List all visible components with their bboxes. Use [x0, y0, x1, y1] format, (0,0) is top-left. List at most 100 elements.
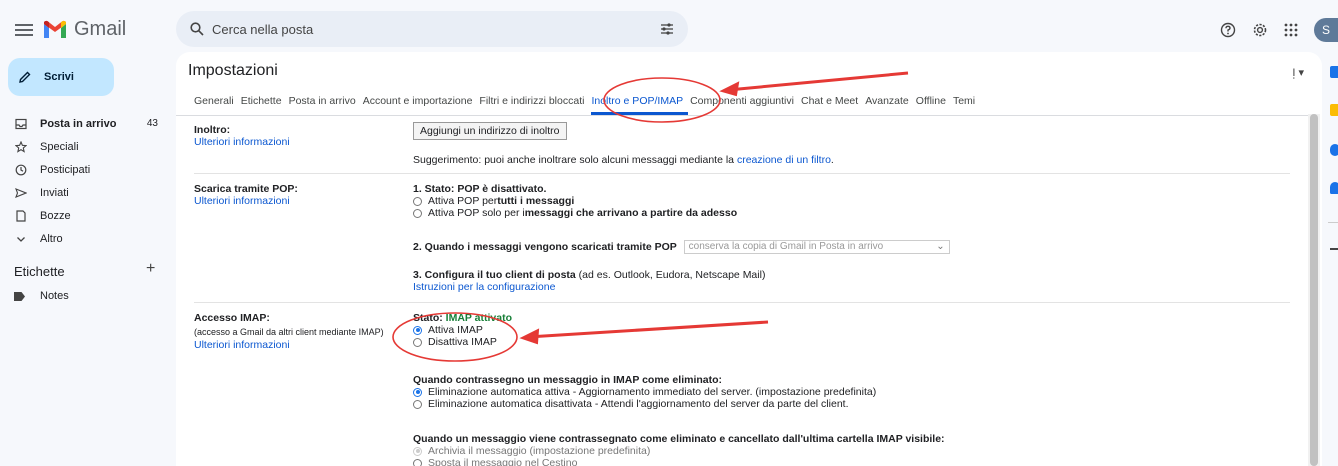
compose-button[interactable]: Scrivi	[8, 58, 114, 96]
gmail-m-icon	[44, 20, 66, 38]
tab-inbox[interactable]: Posta in arrivo	[289, 95, 361, 115]
scrollbar-thumb[interactable]	[1310, 114, 1318, 466]
sidebar-item-inbox[interactable]: Posta in arrivo 43	[0, 112, 170, 135]
archive-message-option[interactable]: Archivia il messaggio (impostazione pred…	[413, 445, 945, 457]
sidebar-item-label: Inviati	[40, 186, 69, 199]
tasks-icon[interactable]	[1330, 144, 1338, 156]
help-icon[interactable]	[1220, 22, 1236, 38]
pop-enable-all-text: Attiva POP per	[428, 195, 498, 207]
gear-icon[interactable]	[1252, 22, 1268, 38]
imap-status: Stato: IMAP attivato	[413, 312, 512, 324]
move-to-trash-text: Sposta il messaggio nel Cestino	[428, 457, 578, 466]
top-right-actions: S	[1220, 18, 1338, 42]
pop-enable-new-bold: messaggi che arrivano a partire da adess…	[524, 207, 738, 219]
auto-expunge-on-radio[interactable]	[413, 387, 422, 397]
imap-content: Stato: IMAP attivato Attiva IMAP Disatti…	[413, 312, 512, 348]
sidebar-item-sent[interactable]: Inviati	[0, 181, 170, 204]
imap-learn-more-link[interactable]: Ulteriori informazioni	[194, 339, 384, 351]
imap-disable-radio[interactable]	[413, 337, 422, 347]
auto-expunge-off-text: Eliminazione automatica disattivata - At…	[428, 398, 849, 410]
tab-labels[interactable]: Etichette	[241, 95, 287, 115]
tab-general[interactable]: Generali	[194, 95, 239, 115]
tab-forwarding-pop-imap[interactable]: Inoltro e POP/IMAP	[591, 95, 689, 115]
pop-enable-all-radio[interactable]	[413, 196, 422, 206]
sidebar-item-starred[interactable]: Speciali	[0, 135, 170, 158]
input-tools-icon: I̩	[1292, 67, 1296, 79]
forwarding-tip-suffix: .	[830, 154, 834, 166]
sidebar-item-drafts[interactable]: Bozze	[0, 204, 170, 227]
tab-chat-meet[interactable]: Chat e Meet	[801, 95, 863, 115]
side-panel	[1322, 52, 1338, 466]
star-icon	[14, 140, 28, 154]
move-to-trash-option[interactable]: Sposta il messaggio nel Cestino	[413, 457, 945, 466]
sidebar-item-more[interactable]: Altro	[0, 227, 170, 250]
auto-expunge-on-text: Eliminazione automatica attiva - Aggiorn…	[428, 386, 877, 398]
pop-section-label: Scarica tramite POP: Ulteriori informazi…	[194, 183, 298, 207]
sidebar-label-notes[interactable]: Notes	[14, 290, 69, 302]
tab-accounts[interactable]: Account e importazione	[363, 95, 478, 115]
imap-enable-radio[interactable]	[413, 325, 422, 335]
search-options-icon[interactable]	[660, 22, 674, 36]
sidebar-item-snoozed[interactable]: Posticipati	[0, 158, 170, 181]
chevron-down-icon: ⌄	[936, 241, 945, 252]
pop-enable-all-option[interactable]: Attiva POP per tutti i messaggi	[413, 195, 737, 207]
tab-addons[interactable]: Componenti aggiuntivi	[690, 95, 799, 115]
imap-expunge-title: Quando un messaggio viene contrassegnato…	[413, 433, 945, 445]
pop-configure-label: 3. Configura il tuo client di posta	[413, 269, 576, 281]
create-filter-link[interactable]: creazione di un filtro	[737, 154, 831, 166]
configuration-instructions-link[interactable]: Istruzioni per la configurazione	[413, 281, 765, 293]
input-tools-toggle[interactable]: I̩ ▾	[1292, 66, 1304, 79]
imap-enable-option[interactable]: Attiva IMAP	[413, 324, 512, 336]
menu-icon[interactable]	[12, 18, 36, 42]
pop-enable-new-text: Attiva POP solo per i	[428, 207, 525, 219]
auto-expunge-off-radio[interactable]	[413, 399, 422, 409]
archive-message-radio[interactable]	[413, 446, 422, 456]
tab-offline[interactable]: Offline	[916, 95, 951, 115]
pop-label: Scarica tramite POP:	[194, 183, 298, 195]
sidebar-nav: Posta in arrivo 43 Speciali Posticipati …	[0, 112, 170, 250]
tab-advanced[interactable]: Avanzate	[865, 95, 914, 115]
page-title: Impostazioni	[188, 62, 278, 79]
imap-disable-option[interactable]: Disattiva IMAP	[413, 336, 512, 348]
scrollbar[interactable]	[1308, 114, 1320, 466]
keep-icon[interactable]	[1330, 104, 1338, 116]
send-icon	[14, 186, 28, 200]
imap-label: Accesso IMAP:	[194, 312, 270, 324]
pop-enable-new-radio[interactable]	[413, 208, 422, 218]
pop-when-downloaded-label: 2. Quando i messaggi vengono scaricati t…	[413, 240, 677, 253]
contacts-icon[interactable]	[1330, 182, 1338, 194]
forwarding-learn-more-link[interactable]: Ulteriori informazioni	[194, 136, 290, 148]
add-forwarding-address-button[interactable]: Aggiungi un indirizzo di inoltro	[413, 122, 567, 140]
add-label-icon[interactable]: +	[146, 260, 155, 278]
add-addon-icon[interactable]	[1330, 248, 1338, 250]
imap-section-label: Accesso IMAP: (accesso a Gmail da altri …	[194, 312, 384, 351]
apps-grid-icon[interactable]	[1284, 23, 1298, 37]
tab-themes[interactable]: Temi	[953, 95, 980, 115]
sidebar-item-label: Altro	[40, 232, 63, 245]
auto-expunge-on-option[interactable]: Eliminazione automatica attiva - Aggiorn…	[413, 386, 876, 398]
search-icon[interactable]	[190, 22, 204, 36]
section-divider	[194, 173, 1290, 174]
calendar-icon[interactable]	[1330, 66, 1338, 78]
imap-disable-text: Disattiva IMAP	[428, 336, 497, 348]
forwarding-label: Inoltro:	[194, 124, 231, 136]
sidebar-label-name: Notes	[40, 290, 69, 302]
search-input[interactable]	[212, 21, 660, 37]
pop-action-select[interactable]: conserva la copia di Gmail in Posta in a…	[683, 240, 950, 254]
gmail-logo[interactable]: Gmail	[42, 18, 126, 41]
forwarding-content: Aggiungi un indirizzo di inoltro	[413, 122, 567, 140]
move-to-trash-radio[interactable]	[413, 458, 422, 466]
search-bar[interactable]	[176, 11, 688, 47]
auto-expunge-off-option[interactable]: Eliminazione automatica disattivata - At…	[413, 398, 876, 410]
gmail-app: Gmail S Scrivi Posta in arrivo 43 Specia…	[0, 0, 1338, 466]
avatar[interactable]: S	[1314, 18, 1338, 42]
tab-filters[interactable]: Filtri e indirizzi bloccati	[479, 95, 589, 115]
pop-configure-row: 3. Configura il tuo client di posta (ad …	[413, 269, 765, 293]
sidebar-item-label: Bozze	[40, 209, 71, 222]
pop-enable-new-option[interactable]: Attiva POP solo per i messaggi che arriv…	[413, 207, 737, 219]
sidebar-item-label: Posta in arrivo	[40, 117, 117, 130]
pencil-icon	[19, 71, 31, 83]
settings-panel: Impostazioni I̩ ▾ Generali Etichette Pos…	[176, 52, 1322, 466]
pop-learn-more-link[interactable]: Ulteriori informazioni	[194, 195, 298, 207]
pop-status: 1. Stato: POP è disattivato.	[413, 183, 547, 195]
